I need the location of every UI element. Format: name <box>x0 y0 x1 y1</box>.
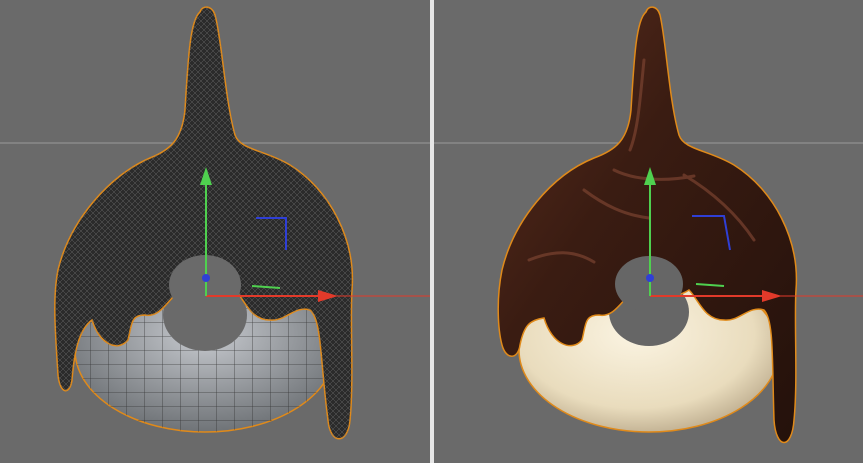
viewport-left-canvas[interactable] <box>0 0 430 463</box>
viewport-right[interactable] <box>434 0 863 463</box>
origin-dot[interactable] <box>202 274 210 282</box>
origin-dot[interactable] <box>646 274 654 282</box>
viewport-left[interactable] <box>0 0 430 463</box>
viewport-right-canvas[interactable] <box>434 0 863 463</box>
